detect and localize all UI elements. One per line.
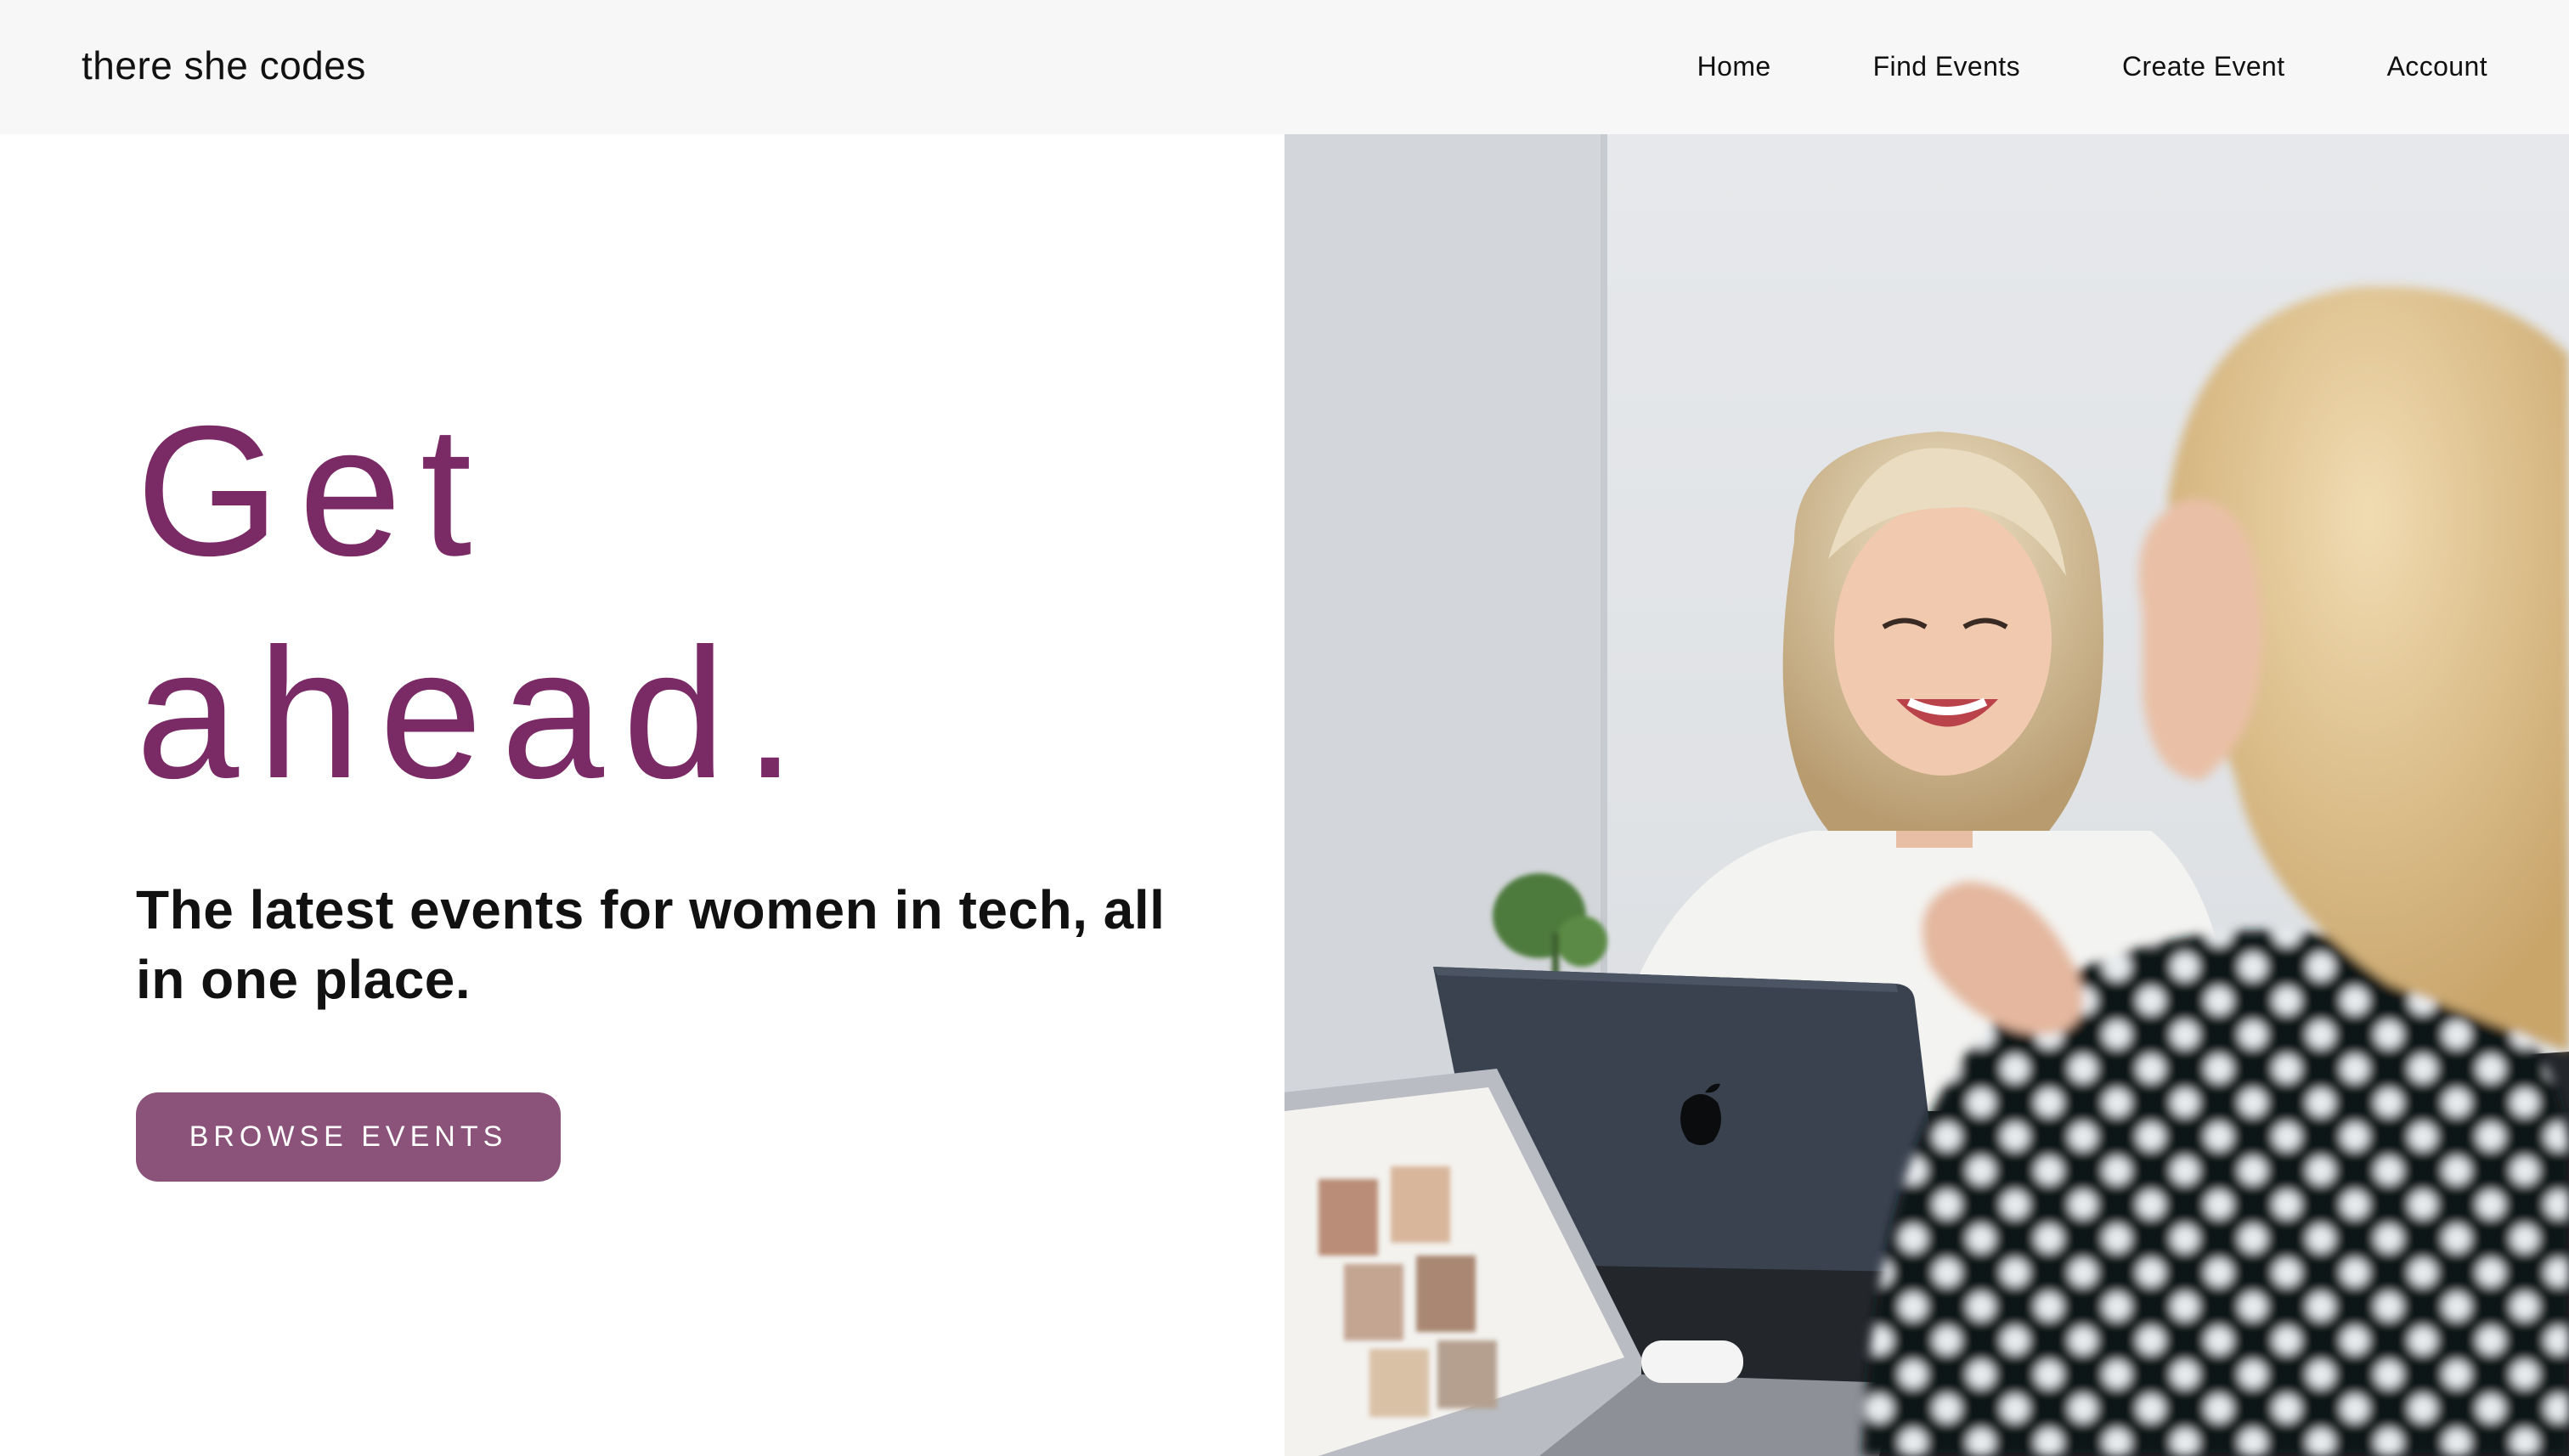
brand-logo-link[interactable]: there she codes <box>82 37 366 93</box>
hero-photo: women-working-on-laptops-photo <box>1284 134 2569 1456</box>
main-nav: Home Find Events Create Event Account <box>1697 44 2487 88</box>
hero-subheading: The latest events for women in tech, all… <box>136 879 1166 1010</box>
nav-link-create-event[interactable]: Create Event <box>2122 44 2285 88</box>
hero-photo-illustration: women-working-on-laptops-photo <box>1284 134 2569 1456</box>
nav-link-account[interactable]: Account <box>2387 44 2487 88</box>
hero-text-panel: Get ahead. The latest events for women i… <box>0 134 1284 1456</box>
browse-events-button[interactable]: BROWSE EVENTS <box>136 1092 561 1182</box>
hero-headline: Get ahead. <box>136 381 815 826</box>
hero-headline-line1: Get <box>136 388 491 595</box>
top-navbar: there she codes Home Find Events Create … <box>0 0 2569 134</box>
hero-headline-line2: ahead. <box>136 611 815 817</box>
nav-link-find-events[interactable]: Find Events <box>1873 44 2020 88</box>
nav-link-home[interactable]: Home <box>1697 44 1771 88</box>
